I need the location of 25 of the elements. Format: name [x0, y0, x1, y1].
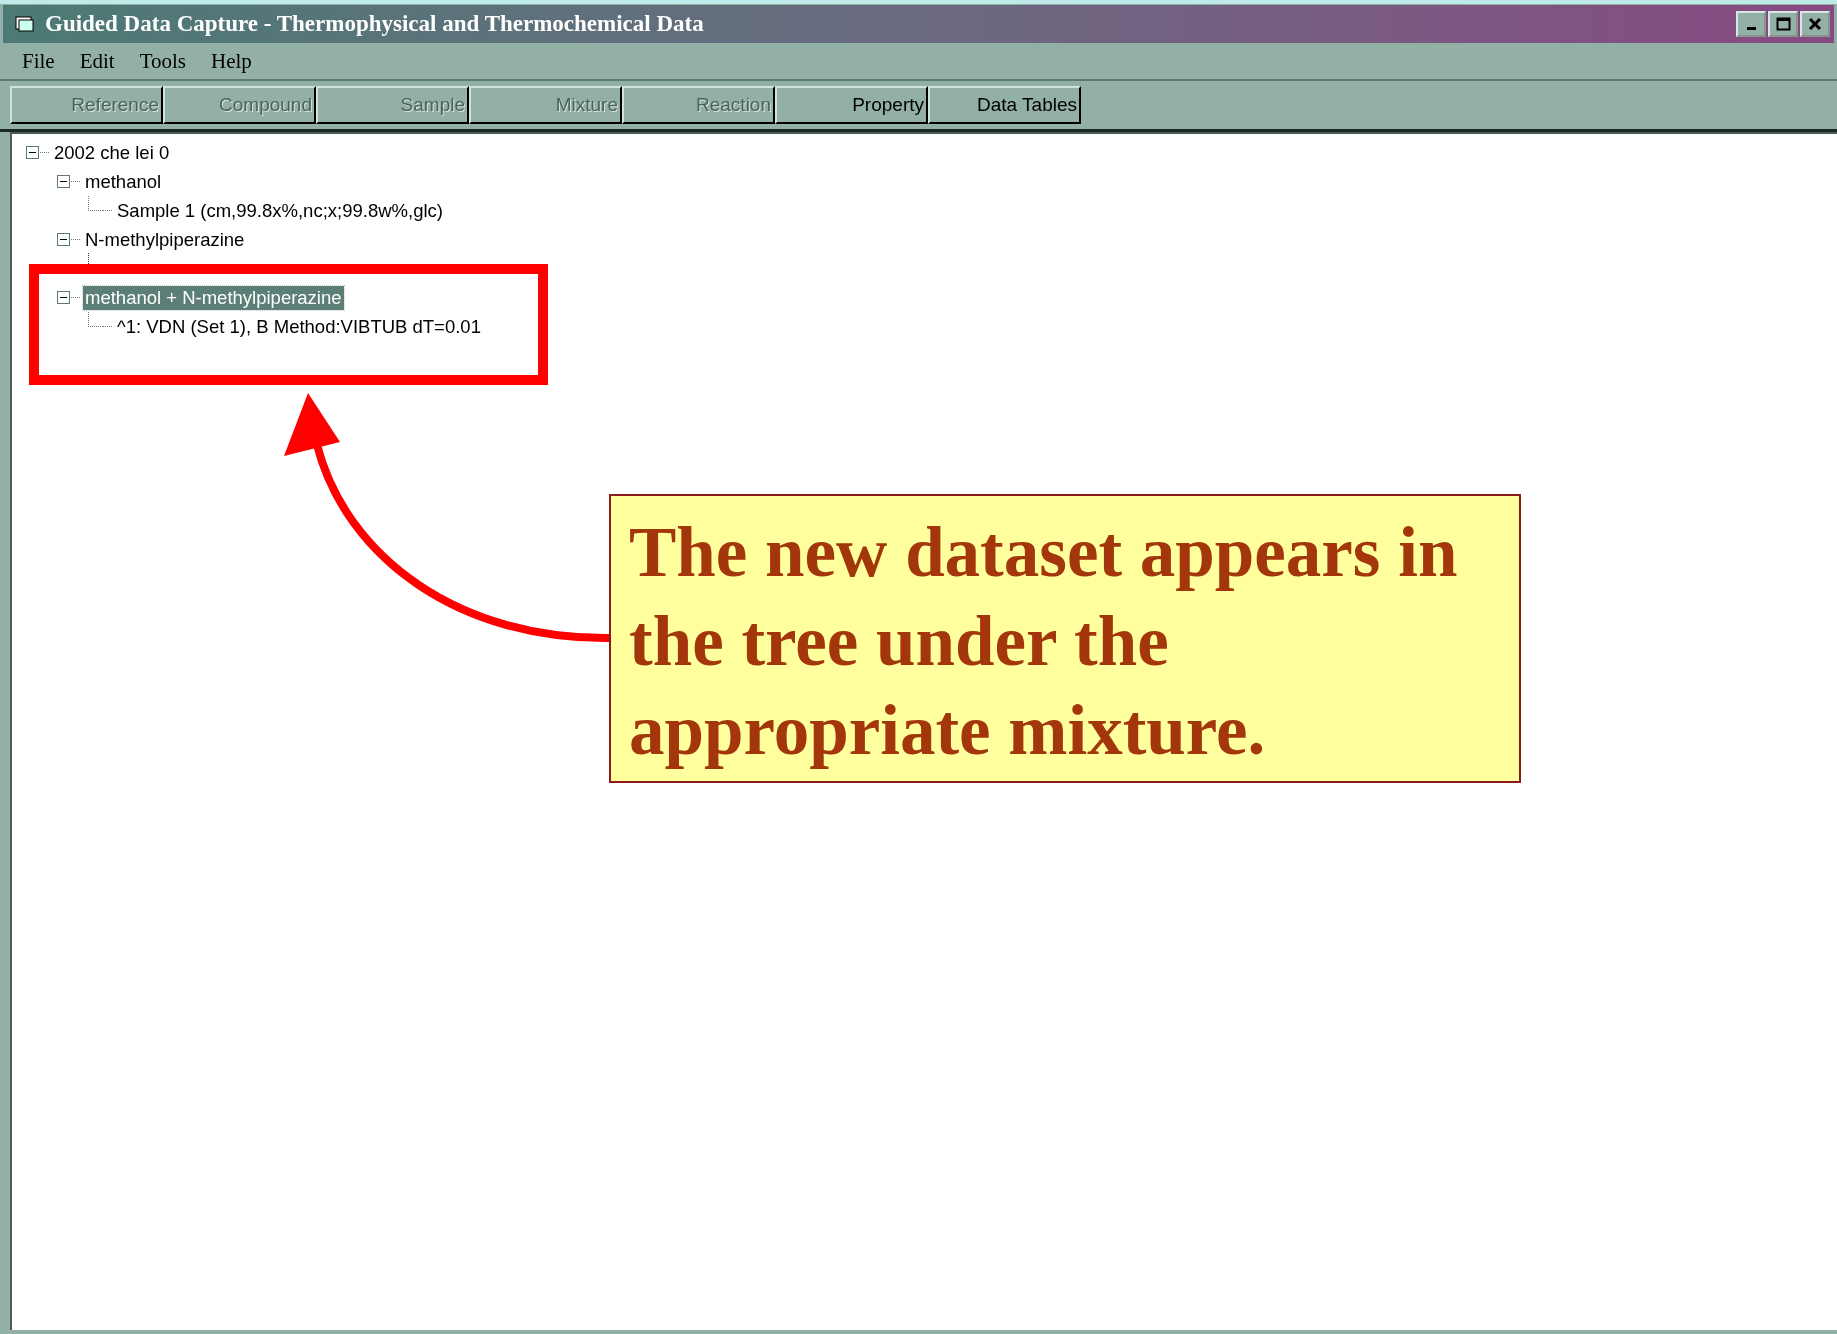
tree-item[interactable]: ^1: VDN (Set 1), B Method:VIBTUB dT=0.01: [115, 314, 483, 339]
collapse-icon[interactable]: [26, 146, 39, 159]
tree-item[interactable]: methanol: [83, 169, 164, 194]
collapse-icon[interactable]: [57, 233, 70, 246]
close-button[interactable]: [1800, 11, 1830, 37]
tree-item[interactable]: Sample 1 (cm,99.8x%,nc;x;99.8w%,glc): [115, 198, 445, 223]
toolbar-button[interactable]: Property: [775, 86, 928, 124]
maximize-button[interactable]: [1768, 11, 1798, 37]
window-app-icon: [15, 15, 35, 33]
menu-item[interactable]: File: [22, 48, 55, 74]
tree-item[interactable]: methanol + N-methylpiperazine: [83, 285, 344, 310]
maximize-icon: [1775, 16, 1791, 32]
minimize-icon: [1746, 26, 1756, 30]
minimize-button[interactable]: [1736, 11, 1766, 37]
menu-item[interactable]: Tools: [139, 48, 187, 74]
window-title: Guided Data Capture - Thermophysical and Thermochemical Data: [45, 11, 704, 37]
menu-item[interactable]: Help: [211, 48, 252, 74]
collapse-icon[interactable]: [57, 175, 70, 188]
callout-note: The new dataset appears in the tree under the appropriate mixture.: [609, 494, 1521, 783]
tree-item[interactable]: 2002 che lei 0: [52, 140, 172, 165]
toolbar-button[interactable]: Data Tables: [928, 86, 1081, 124]
collapse-icon[interactable]: [57, 291, 70, 304]
close-icon: [1807, 16, 1823, 32]
menu-item[interactable]: Edit: [79, 48, 115, 74]
tree-item[interactable]: N-methylpiperazine: [83, 227, 247, 252]
